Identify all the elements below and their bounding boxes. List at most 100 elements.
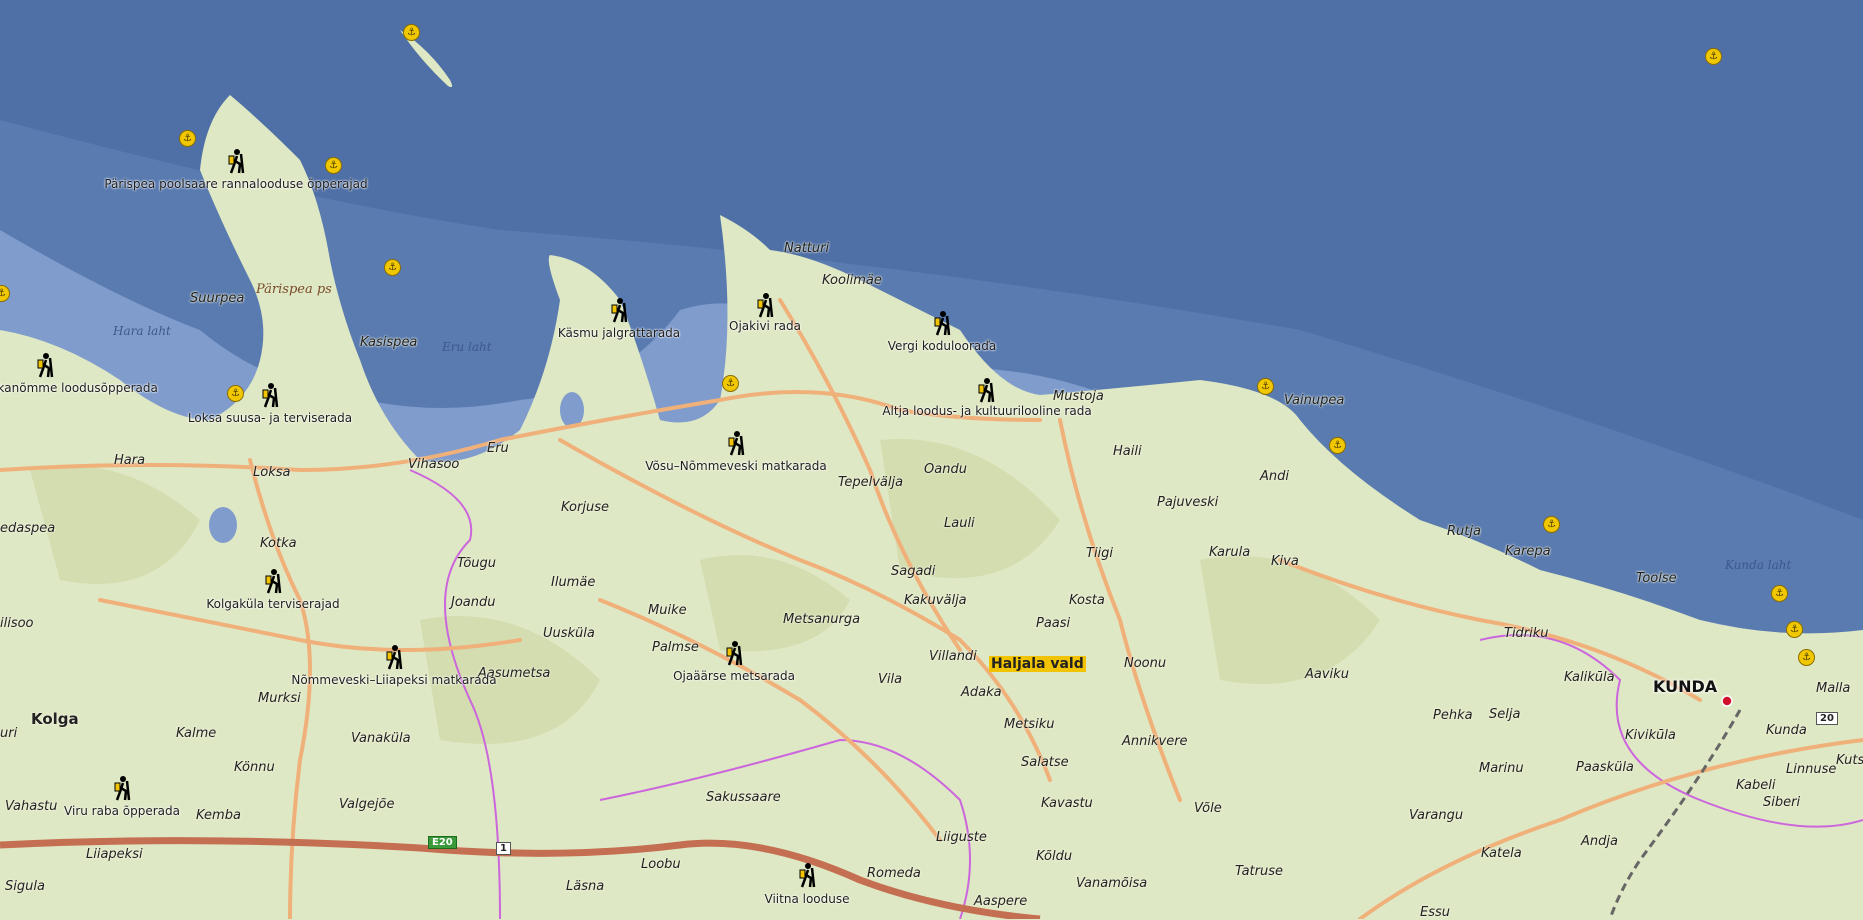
trail-label[interactable]: Ojakivi rada <box>729 320 801 333</box>
place-label: Pehka <box>1433 708 1473 723</box>
place-label: Vanamõisa <box>1076 876 1148 891</box>
place-label: Loobu <box>641 857 681 872</box>
place-label: Pajuveski <box>1157 495 1219 510</box>
place-label: Liiapeksi <box>86 847 143 862</box>
place-label: Kõldu <box>1036 849 1073 864</box>
trail-label[interactable]: Loksa suusa- ja terviserada <box>188 412 352 425</box>
place-label: Paasi <box>1036 616 1071 631</box>
hiker-icon[interactable] <box>35 352 55 378</box>
anchor-icon[interactable]: ⚓ <box>722 375 739 392</box>
place-label: Suurpea <box>190 291 245 306</box>
place-label: Linnuse <box>1786 762 1837 777</box>
place-label: Tõugu <box>457 556 497 571</box>
trail-label[interactable]: Altja loodus- ja kultuurilooline rada <box>882 405 1091 418</box>
trail-label[interactable]: Nõmmeveski–Liiapeksi matkarada <box>291 674 496 687</box>
place-label: Adaka <box>961 685 1002 700</box>
anchor-icon[interactable]: ⚓ <box>403 24 420 41</box>
place-label: Joandu <box>451 595 496 610</box>
trail-label[interactable]: Kolgaküla terviserajad <box>206 598 339 611</box>
anchor-icon[interactable]: ⚓ <box>1798 649 1815 666</box>
anchor-icon[interactable]: ⚓ <box>384 259 401 276</box>
hiker-icon[interactable] <box>226 148 246 174</box>
place-label: Malla <box>1816 681 1851 696</box>
anchor-icon[interactable]: ⚓ <box>179 130 196 147</box>
hiker-icon[interactable] <box>797 862 817 888</box>
place-label: Kemba <box>196 808 241 823</box>
trail-label[interactable]: Viru raba õpperada <box>64 805 180 818</box>
place-label: Selja <box>1489 707 1521 722</box>
place-label: Muike <box>648 603 687 618</box>
place-label: uri <box>0 726 18 741</box>
place-label: Katela <box>1481 846 1522 861</box>
hiker-icon[interactable] <box>384 644 404 670</box>
place-label: Varangu <box>1409 808 1464 823</box>
hiker-icon[interactable] <box>726 430 746 456</box>
place-label: Aaviku <box>1305 667 1349 682</box>
place-label: Kunda <box>1766 723 1807 738</box>
place-label: Kolga <box>31 710 79 728</box>
place-label: Kosta <box>1069 593 1105 608</box>
hiker-icon[interactable] <box>976 377 996 403</box>
place-label: Andi <box>1260 469 1289 484</box>
map-canvas[interactable] <box>0 0 1863 919</box>
place-label: Könnu <box>234 760 275 775</box>
trail-label[interactable]: Võsu–Nõmmeveski matkarada <box>645 460 827 473</box>
place-label: Noonu <box>1124 656 1167 671</box>
place-label: Kalikūla <box>1564 670 1615 685</box>
anchor-icon[interactable]: ⚓ <box>1329 437 1346 454</box>
anchor-icon[interactable]: ⚓ <box>1786 621 1803 638</box>
place-label: Lauli <box>944 516 975 531</box>
place-label: Rutja <box>1447 524 1481 539</box>
trail-label[interactable]: Käsmu jalgrattarada <box>558 327 680 340</box>
place-label: Tepelvälja <box>838 475 904 490</box>
anchor-icon[interactable]: ⚓ <box>325 157 342 174</box>
trail-label[interactable]: Majakivi–Pikanõmme loodusõpperada <box>0 382 158 395</box>
hiker-icon[interactable] <box>932 310 952 336</box>
place-label: Kalme <box>176 726 217 741</box>
anchor-icon[interactable]: ⚓ <box>227 385 244 402</box>
place-label: Võle <box>1194 801 1222 816</box>
place-label: Essu <box>1420 905 1450 920</box>
trail-label[interactable]: Pärispea poolsaare rannalooduse õpperaja… <box>104 178 367 191</box>
water-label-kunda: Kunda laht <box>1725 558 1792 572</box>
place-label: Karula <box>1209 545 1251 560</box>
place-label: Vahastu <box>5 799 58 814</box>
road-shield-e20: E20 <box>428 836 457 849</box>
trail-label[interactable]: Vergi kodulooraďa <box>888 340 997 353</box>
hiker-icon[interactable] <box>112 775 132 801</box>
place-label: Kabeli <box>1736 778 1776 793</box>
place-label: Metsiku <box>1004 717 1055 732</box>
place-label: Kiva <box>1271 554 1299 569</box>
place-label: Sagadi <box>891 564 936 579</box>
place-label: Vainupea <box>1284 393 1345 408</box>
place-label: Villandi <box>929 649 977 664</box>
place-label: Kuts <box>1836 753 1863 768</box>
water-label-eru: Eru laht <box>442 340 492 354</box>
hiker-icon[interactable] <box>260 382 280 408</box>
place-label: Hara <box>114 453 146 468</box>
anchor-icon[interactable]: ⚓ <box>1771 585 1788 602</box>
hiker-icon[interactable] <box>755 292 775 318</box>
place-label: Aaspere <box>974 894 1028 909</box>
place-label: Salatse <box>1021 755 1069 770</box>
hiker-icon[interactable] <box>263 568 283 594</box>
place-label: Palmse <box>652 640 699 655</box>
place-label: Kasispea <box>360 335 418 350</box>
anchor-icon[interactable]: ⚓ <box>1257 378 1274 395</box>
place-label: Annikvere <box>1122 734 1188 749</box>
hiker-icon[interactable] <box>609 297 629 323</box>
anchor-icon[interactable]: ⚓ <box>1705 48 1722 65</box>
trail-label[interactable]: Ojaäärse metsarada <box>673 670 795 683</box>
place-label: Uusküla <box>543 626 595 641</box>
place-label: Kivikūla <box>1625 728 1676 743</box>
place-label: Karepa <box>1505 544 1551 559</box>
hiker-icon[interactable] <box>724 640 744 666</box>
trail-label[interactable]: Viitna looduse <box>765 893 850 906</box>
place-label: Sigula <box>5 879 45 894</box>
anchor-icon[interactable]: ⚓ <box>1543 516 1560 533</box>
place-label: Ilumäe <box>551 575 596 590</box>
place-label: Läsna <box>566 879 605 894</box>
place-label: Loksa <box>253 465 291 480</box>
road-shield-1: 1 <box>496 842 511 855</box>
place-label: Siberi <box>1763 795 1801 810</box>
